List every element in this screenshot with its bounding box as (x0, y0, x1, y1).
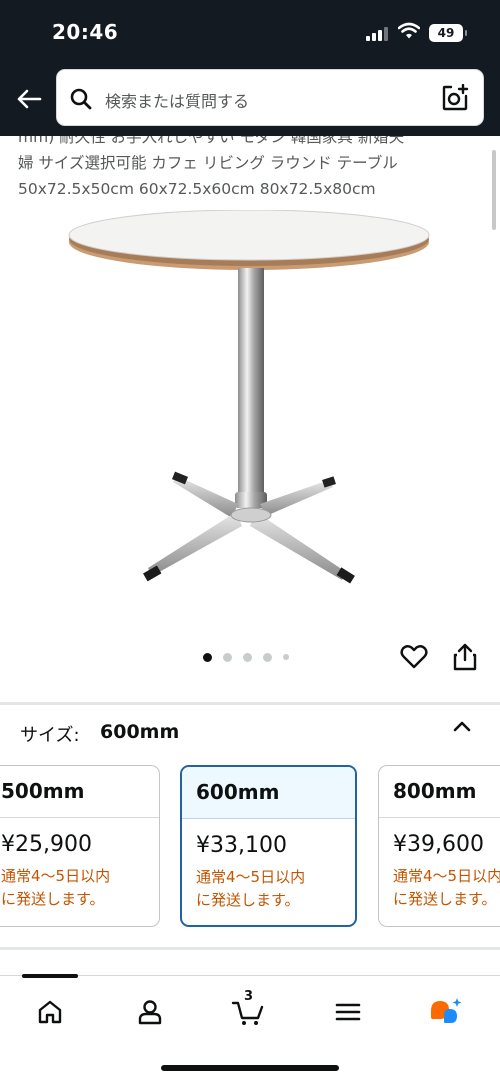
status-time: 20:46 (52, 20, 119, 44)
title-line: 50x72.5x50cm 60x72.5x60cm 80x72.5x80cm (18, 180, 376, 198)
shipping-line: に発送します。 (1, 890, 105, 908)
camera-icon[interactable] (441, 84, 469, 112)
size-option-label: 500mm (0, 766, 159, 818)
size-option-label: 800mm (379, 766, 500, 818)
pagination-dot[interactable] (283, 654, 289, 660)
nav-cart[interactable]: 3 (228, 989, 268, 1032)
shipping-info: 通常4～5日以内 に発送します。 (182, 858, 355, 912)
shipping-line: 通常4～5日以内 (1, 867, 111, 885)
selected-size: 600mm (100, 721, 180, 743)
home-indicator (161, 1065, 339, 1071)
signal-icon (366, 27, 388, 41)
section-divider (0, 947, 500, 950)
heart-icon[interactable] (400, 644, 428, 670)
back-arrow-icon (17, 89, 42, 109)
menu-icon (335, 1003, 361, 1021)
pagination-dot[interactable] (223, 652, 232, 662)
shipping-line: 通常4～5日以内 (196, 868, 306, 886)
shipping-info: 通常4～5日以内 に発送します。 (0, 857, 159, 911)
search-icon (70, 88, 92, 110)
pagination-dot[interactable] (263, 652, 272, 662)
size-option-600mm[interactable]: 600mm ¥33,100 通常4～5日以内 に発送します。 (180, 765, 357, 927)
chevron-up-icon[interactable] (451, 719, 473, 735)
product-image[interactable] (60, 210, 440, 590)
bottom-nav: 3 (0, 974, 500, 1080)
pagination-dot[interactable] (243, 652, 252, 662)
size-option-800mm[interactable]: 800mm ¥39,600 通常4～5日以内 に発送します。 (378, 765, 500, 927)
user-icon (138, 1000, 162, 1025)
size-option-label: 600mm (182, 767, 355, 819)
product-title: mm) 耐久性 お手入れしやすい モダン 韓国家具 新婚夫 婦 サイズ選択可能 … (18, 136, 478, 206)
size-label: サイズ: (20, 725, 80, 746)
shipping-info: 通常4～5日以内 に発送します。 (379, 857, 500, 911)
section-divider (0, 702, 500, 705)
shipping-line: に発送します。 (393, 890, 497, 908)
size-option-price: ¥25,900 (1, 832, 92, 857)
size-option-500mm[interactable]: 500mm ¥25,900 通常4～5日以内 に発送します。 (0, 765, 160, 927)
back-button[interactable] (12, 82, 46, 116)
size-option-price: ¥39,600 (393, 832, 484, 857)
nav-home[interactable] (30, 992, 70, 1032)
title-line: 婦 サイズ選択可能 カフェ リビング ラウンド テーブル (18, 154, 398, 172)
app-header: 20:46 49 検索または質問する (0, 0, 500, 136)
home-icon (38, 1000, 62, 1024)
nav-menu[interactable] (328, 992, 368, 1032)
active-tab-indicator (22, 974, 78, 978)
shipping-line: 通常4～5日以内 (393, 867, 500, 885)
scrollbar[interactable] (492, 150, 496, 230)
title-line: mm) 耐久性 お手入れしやすい モダン 韓国家具 新婚夫 (18, 136, 405, 146)
battery-indicator: 49 (429, 24, 467, 42)
size-option-price: ¥33,100 (196, 833, 287, 858)
rufus-icon (431, 998, 462, 1023)
search-input[interactable]: 検索または質問する (56, 69, 484, 126)
pagination-dot[interactable] (203, 652, 212, 662)
nav-rufus[interactable] (426, 992, 466, 1032)
share-icon[interactable] (452, 642, 478, 672)
cart-count: 3 (244, 989, 254, 1004)
nav-account[interactable] (130, 992, 170, 1032)
image-pagination[interactable] (203, 651, 289, 663)
search-placeholder: 検索または質問する (105, 92, 250, 111)
shipping-line: に発送します。 (196, 891, 300, 909)
wifi-icon (398, 22, 420, 39)
